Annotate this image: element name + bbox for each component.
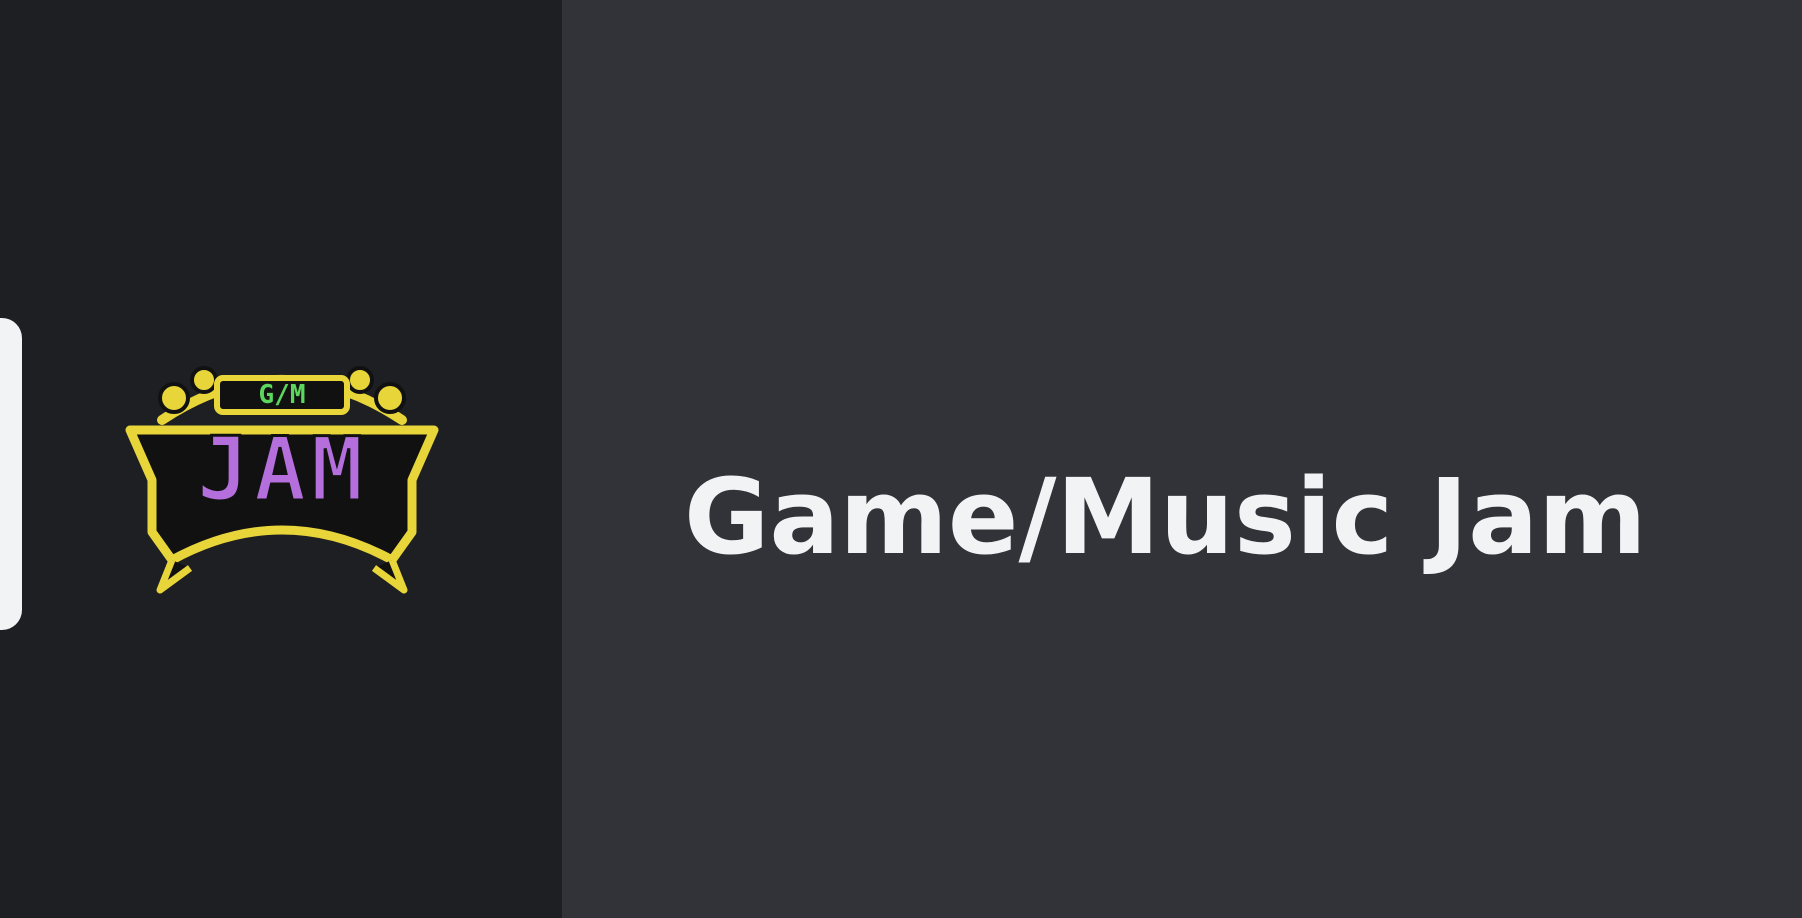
discord-window: G/M JAM Game/Music Jam <box>0 0 1802 918</box>
logo-main-text: JAM <box>197 418 368 521</box>
main-area: Game/Music Jam <box>562 0 1802 918</box>
gm-jam-logo-icon: G/M JAM <box>125 366 439 594</box>
server-name-title[interactable]: Game/Music Jam <box>684 465 1647 569</box>
logo-top-text: G/M <box>259 380 306 410</box>
server-rail: G/M JAM <box>0 0 562 918</box>
selected-server-indicator <box>0 318 22 630</box>
gm-jam-server-icon[interactable]: G/M JAM <box>122 350 442 600</box>
